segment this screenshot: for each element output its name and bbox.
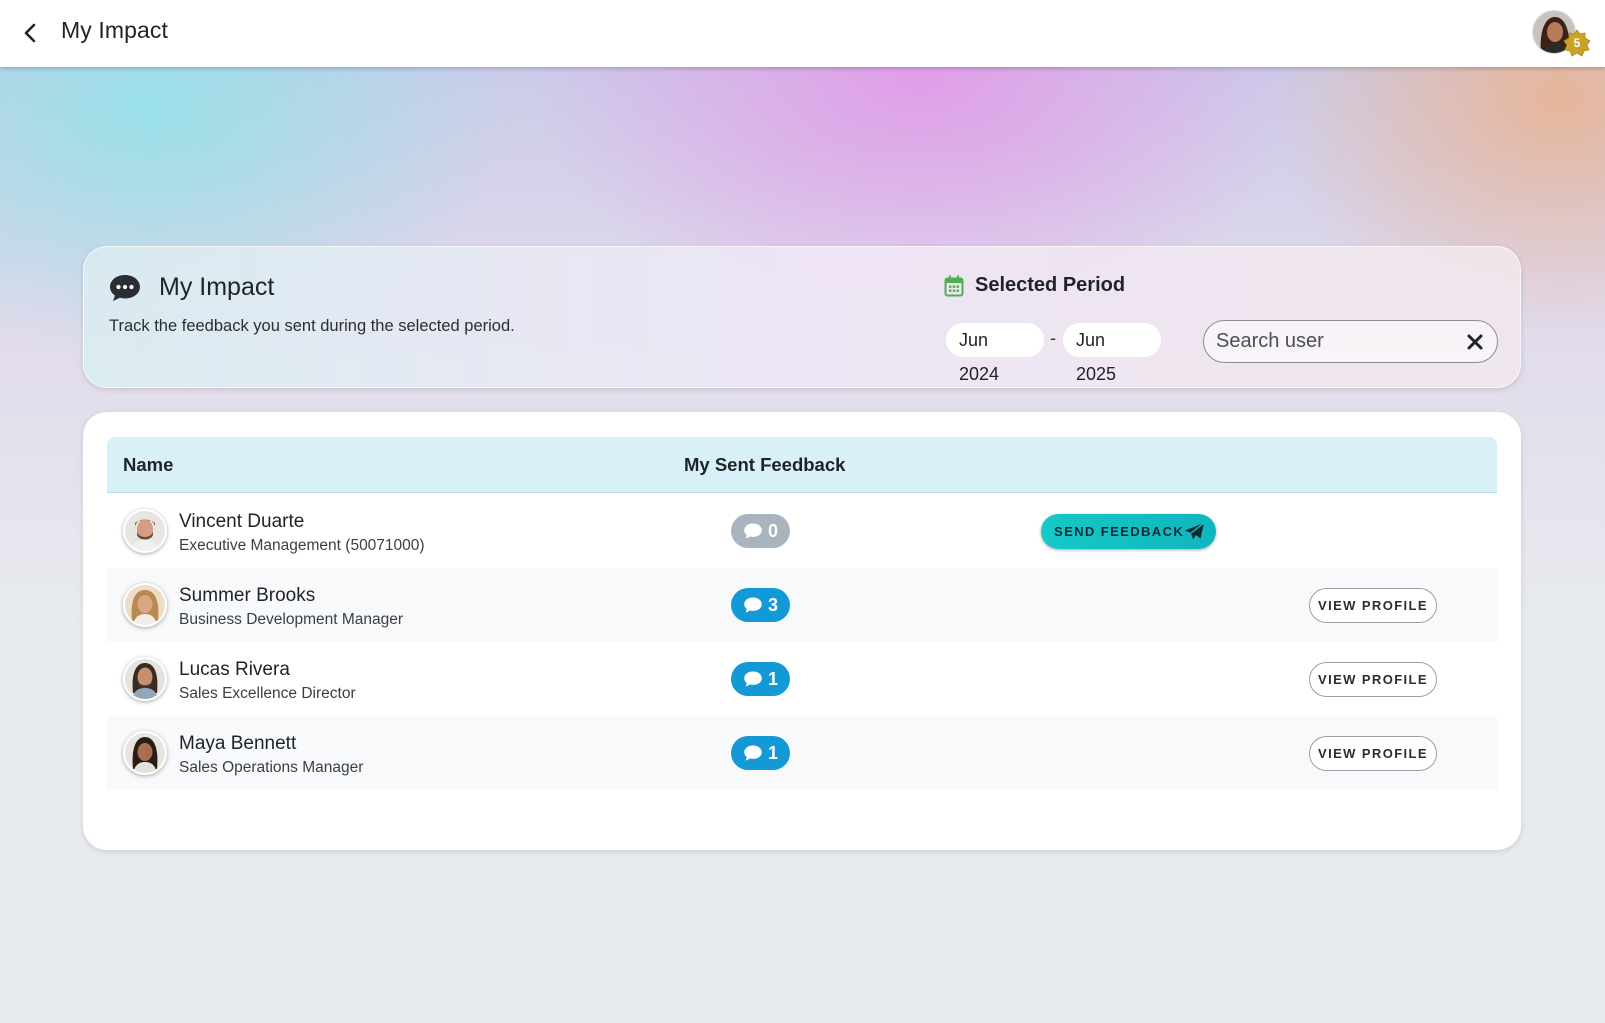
sent-feedback-count-badge[interactable]: 1 — [731, 662, 790, 696]
view-profile-label: VIEW PROFILE — [1318, 598, 1428, 613]
table-row: Lucas Rivera Sales Excellence Director 1… — [107, 642, 1497, 716]
sent-feedback-count: 3 — [767, 594, 778, 615]
user-name[interactable]: Lucas Rivera — [179, 659, 290, 681]
chat-bubble-icon — [110, 275, 140, 301]
send-feedback-label: SEND FEEDBACK — [1054, 524, 1185, 539]
paper-plane-icon — [1185, 522, 1205, 540]
search-user-input[interactable] — [1216, 321, 1456, 362]
sent-feedback-count: 0 — [767, 520, 778, 541]
table-row: Summer Brooks Business Development Manag… — [107, 568, 1497, 642]
user-subtitle: Executive Management (50071000) — [179, 537, 425, 554]
search-box — [1203, 320, 1498, 363]
user-name[interactable]: Vincent Duarte — [179, 511, 304, 533]
close-icon[interactable] — [1466, 333, 1484, 351]
avatar[interactable] — [123, 731, 167, 775]
comment-icon — [744, 745, 762, 761]
period-end-picker[interactable]: Jun 2025 — [1063, 323, 1161, 384]
sent-feedback-count: 1 — [767, 742, 778, 763]
page-title: My Impact — [61, 17, 168, 43]
view-profile-button[interactable]: VIEW PROFILE — [1309, 588, 1437, 623]
section-description: Track the feedback you sent during the s… — [109, 317, 515, 335]
view-profile-button[interactable]: VIEW PROFILE — [1309, 736, 1437, 771]
level-badge: 5 — [1563, 29, 1591, 57]
comment-icon — [744, 671, 762, 687]
user-subtitle: Sales Excellence Director — [179, 685, 356, 702]
sent-feedback-count-badge[interactable]: 3 — [731, 588, 790, 622]
view-profile-label: VIEW PROFILE — [1318, 746, 1428, 761]
period-separator: - — [1050, 328, 1056, 348]
avatar[interactable] — [123, 583, 167, 627]
comment-icon — [744, 597, 762, 613]
avatar[interactable] — [123, 509, 167, 553]
selected-period-label: Selected Period — [975, 274, 1126, 296]
table-row: Maya Bennett Sales Operations Manager 1 … — [107, 716, 1497, 790]
user-menu[interactable]: 5 — [1532, 10, 1591, 57]
page: My Impact 5 My Impact Track the feedback… — [0, 0, 1605, 1023]
feedback-table-card: Name My Sent Feedback Vincent Duarte Exe… — [83, 412, 1521, 850]
impact-header-card: My Impact Track the feedback you sent du… — [83, 246, 1521, 388]
user-name[interactable]: Summer Brooks — [179, 585, 315, 607]
user-subtitle: Sales Operations Manager — [179, 759, 364, 776]
send-feedback-button[interactable]: SEND FEEDBACK — [1041, 514, 1216, 549]
level-number: 5 — [1573, 36, 1581, 50]
back-button[interactable] — [14, 16, 48, 50]
period-start-picker[interactable]: Jun 2024 — [946, 323, 1044, 384]
comment-icon — [744, 523, 762, 539]
column-header-name[interactable]: Name — [123, 454, 173, 476]
sent-feedback-count-badge[interactable]: 1 — [731, 736, 790, 770]
section-title: My Impact — [159, 273, 275, 301]
chevron-left-icon — [24, 23, 36, 43]
user-name[interactable]: Maya Bennett — [179, 733, 296, 755]
sent-feedback-count-badge: 0 — [731, 514, 790, 548]
column-header-sent-feedback[interactable]: My Sent Feedback — [684, 454, 845, 476]
view-profile-label: VIEW PROFILE — [1318, 672, 1428, 687]
calendar-icon — [944, 275, 964, 297]
top-bar: My Impact 5 — [0, 0, 1605, 67]
table-header: Name My Sent Feedback — [107, 437, 1497, 493]
avatar[interactable] — [123, 657, 167, 701]
user-subtitle: Business Development Manager — [179, 611, 404, 628]
view-profile-button[interactable]: VIEW PROFILE — [1309, 662, 1437, 697]
table-row: Vincent Duarte Executive Management (500… — [107, 494, 1497, 568]
sent-feedback-count: 1 — [767, 668, 778, 689]
